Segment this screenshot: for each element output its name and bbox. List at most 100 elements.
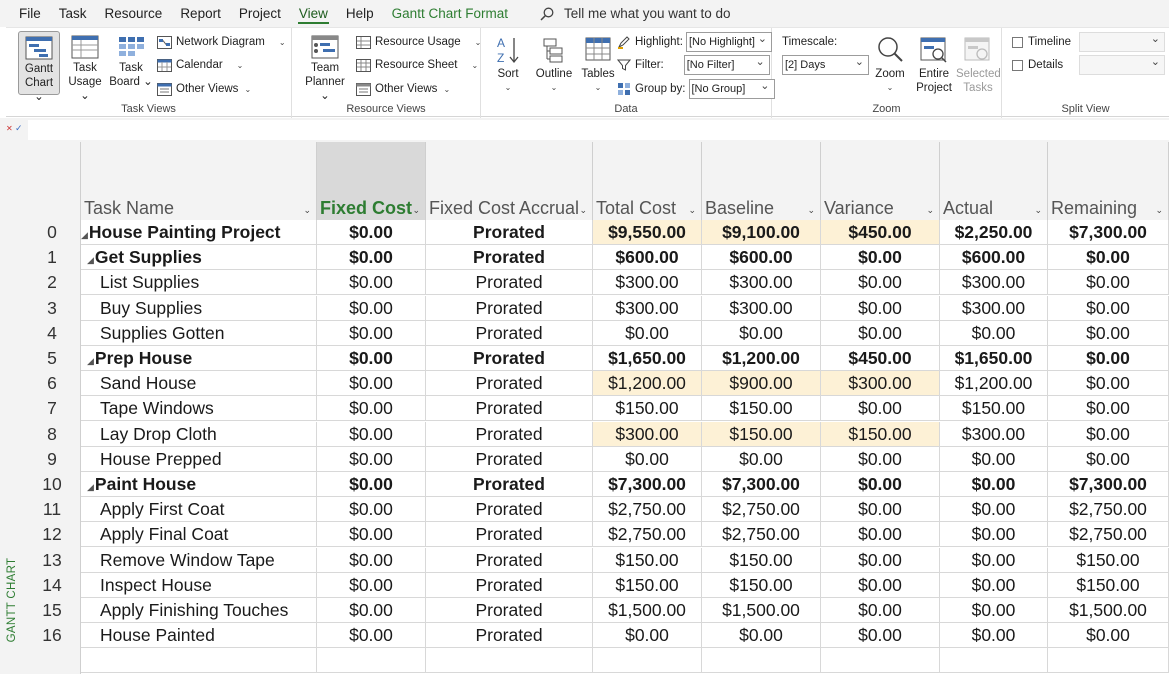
row-id[interactable]: 8 — [24, 421, 81, 447]
total-cost-cell[interactable]: $150.00 — [593, 547, 702, 573]
task-row[interactable]: 3 Buy Supplies $0.00 Prorated $300.00 $300.00… — [24, 295, 1169, 321]
task-row[interactable]: 12 Apply Final Coat $0.00 Prorated $2,750.00… — [24, 522, 1169, 548]
task-row[interactable]: 4 Supplies Gotten $0.00 Prorated $0.00 $0.00 $… — [24, 320, 1169, 346]
tables-button[interactable]: Tables ⌄ — [578, 31, 618, 95]
column-filter-chevron-icon[interactable]: ⌄ — [688, 205, 696, 216]
fixed-cost-accrual-cell[interactable]: Prorated — [426, 446, 593, 472]
baseline-cell[interactable]: $0.00 — [702, 446, 821, 472]
collapse-triangle-icon[interactable]: ◢ — [87, 482, 94, 492]
group-by-dropdown[interactable]: [No Group] — [688, 77, 775, 99]
summary-task-row[interactable]: 10 ◢Paint House $0.00 Prorated $7,300.00 $7,3… — [24, 472, 1169, 497]
remaining-cell[interactable]: $0.00 — [1048, 421, 1169, 447]
task-name-cell[interactable]: Remove Window Tape — [81, 547, 317, 573]
row-id[interactable]: 6 — [24, 371, 81, 397]
fixed-cost-cell[interactable]: $0.00 — [317, 421, 426, 447]
column-header-total-cost[interactable]: Total Cost ⌄ — [593, 142, 702, 220]
row-id[interactable]: 10 — [24, 472, 81, 497]
row-id[interactable]: 14 — [24, 572, 81, 598]
collapse-triangle-icon[interactable]: ◢ — [87, 356, 94, 366]
total-cost-cell[interactable]: $0.00 — [593, 446, 702, 472]
variance-cell[interactable]: $150.00 — [821, 421, 940, 447]
details-checkbox-row[interactable]: Details — [1012, 55, 1063, 75]
menu-report[interactable]: Report — [171, 0, 230, 27]
total-cost-cell[interactable]: $1,500.00 — [593, 598, 702, 623]
task-name-cell[interactable]: Apply First Coat — [81, 497, 317, 523]
row-id[interactable]: 5 — [24, 346, 81, 371]
actual-cell[interactable]: $300.00 — [940, 270, 1048, 296]
column-filter-chevron-icon[interactable]: ⌄ — [1155, 205, 1163, 216]
column-filter-chevron-icon[interactable]: ⌄ — [807, 205, 815, 216]
empty-row[interactable] — [24, 648, 1169, 674]
task-row[interactable]: 11 Apply First Coat $0.00 Prorated $2,750.00… — [24, 497, 1169, 523]
fixed-cost-cell[interactable]: $0.00 — [317, 320, 426, 346]
task-row[interactable]: 6 Sand House $0.00 Prorated $1,200.00 $900.00… — [24, 371, 1169, 397]
fixed-cost-accrual-cell[interactable]: Prorated — [426, 547, 593, 573]
total-cost-cell[interactable]: $7,300.00 — [593, 472, 702, 497]
task-other-views-button[interactable]: Other Views ⌄ — [157, 79, 251, 99]
fixed-cost-cell[interactable]: $0.00 — [317, 598, 426, 623]
baseline-cell[interactable]: $150.00 — [702, 421, 821, 447]
row-id[interactable]: 16 — [24, 623, 81, 649]
selected-tasks-button[interactable]: Selected Tasks — [956, 31, 1001, 95]
actual-cell[interactable]: $150.00 — [940, 396, 1048, 422]
total-cost-cell[interactable]: $150.00 — [593, 572, 702, 598]
actual-cell[interactable]: $1,650.00 — [940, 346, 1048, 371]
fixed-cost-accrual-cell[interactable]: Prorated — [426, 371, 593, 397]
remaining-cell[interactable]: $2,750.00 — [1048, 497, 1169, 523]
actual-cell[interactable]: $600.00 — [940, 245, 1048, 271]
summary-task-row[interactable]: 0 ◢House Painting Project $0.00 Prorated $9,… — [24, 220, 1169, 245]
fixed-cost-cell[interactable]: $0.00 — [317, 295, 426, 321]
fixed-cost-cell[interactable]: $0.00 — [317, 346, 426, 371]
sort-button[interactable]: AZ Sort ⌄ — [489, 31, 527, 95]
baseline-cell[interactable]: $0.00 — [702, 623, 821, 649]
baseline-cell[interactable]: $600.00 — [702, 245, 821, 271]
column-filter-chevron-icon[interactable]: ⌄ — [926, 205, 934, 216]
fixed-cost-accrual-cell[interactable]: Prorated — [426, 270, 593, 296]
baseline-cell[interactable]: $7,300.00 — [702, 472, 821, 497]
fixed-cost-cell[interactable]: $0.00 — [317, 396, 426, 422]
fixed-cost-accrual-cell[interactable]: Prorated — [426, 472, 593, 497]
resource-sheet-button[interactable]: Resource Sheet ⌄ — [356, 55, 478, 75]
fixed-cost-accrual-cell[interactable]: Prorated — [426, 497, 593, 523]
calendar-button[interactable]: Calendar ⌄ — [157, 55, 243, 75]
task-usage-button[interactable]: Task Usage ⌄ — [63, 31, 107, 102]
task-name-cell[interactable]: ◢Paint House — [81, 472, 317, 497]
fixed-cost-cell[interactable]: $0.00 — [317, 522, 426, 548]
column-header-fixed-cost[interactable]: Fixed Cost ⌄ — [317, 142, 426, 220]
variance-cell[interactable]: $0.00 — [821, 497, 940, 523]
task-name-cell[interactable]: Apply Finishing Touches — [81, 598, 317, 623]
actual-cell[interactable]: $0.00 — [940, 446, 1048, 472]
column-filter-chevron-icon[interactable]: ⌄ — [303, 205, 311, 216]
baseline-cell[interactable]: $900.00 — [702, 371, 821, 397]
fixed-cost-cell[interactable]: $0.00 — [317, 270, 426, 296]
remaining-cell[interactable]: $0.00 — [1048, 446, 1169, 472]
variance-cell[interactable]: $450.00 — [821, 220, 940, 245]
timeline-checkbox-row[interactable]: Timeline — [1012, 32, 1071, 52]
collapse-triangle-icon[interactable]: ◢ — [81, 230, 88, 240]
task-name-cell[interactable]: House Prepped — [81, 446, 317, 472]
row-id[interactable]: 0 — [24, 220, 81, 245]
empty-cell[interactable] — [317, 648, 426, 674]
details-dropdown[interactable] — [1079, 53, 1165, 75]
variance-cell[interactable]: $0.00 — [821, 472, 940, 497]
timeline-dropdown[interactable] — [1079, 30, 1165, 52]
total-cost-cell[interactable]: $1,200.00 — [593, 371, 702, 397]
fixed-cost-accrual-cell[interactable]: Prorated — [426, 623, 593, 649]
remaining-cell[interactable]: $0.00 — [1048, 245, 1169, 271]
actual-cell[interactable]: $0.00 — [940, 572, 1048, 598]
variance-cell[interactable]: $450.00 — [821, 346, 940, 371]
actual-cell[interactable]: $300.00 — [940, 295, 1048, 321]
actual-cell[interactable]: $0.00 — [940, 522, 1048, 548]
baseline-cell[interactable]: $150.00 — [702, 547, 821, 573]
task-row[interactable]: 14 Inspect House $0.00 Prorated $150.00 $150.… — [24, 572, 1169, 598]
variance-cell[interactable]: $0.00 — [821, 547, 940, 573]
team-planner-button[interactable]: Team Planner ⌄ — [300, 31, 350, 102]
task-name-cell[interactable]: Inspect House — [81, 572, 317, 598]
remaining-cell[interactable]: $0.00 — [1048, 623, 1169, 649]
variance-cell[interactable]: $0.00 — [821, 245, 940, 271]
row-id[interactable]: 15 — [24, 598, 81, 623]
total-cost-cell[interactable]: $150.00 — [593, 396, 702, 422]
task-name-cell[interactable]: Buy Supplies — [81, 295, 317, 321]
baseline-cell[interactable]: $150.00 — [702, 396, 821, 422]
task-board-button[interactable]: Task Board ⌄ — [109, 31, 153, 95]
